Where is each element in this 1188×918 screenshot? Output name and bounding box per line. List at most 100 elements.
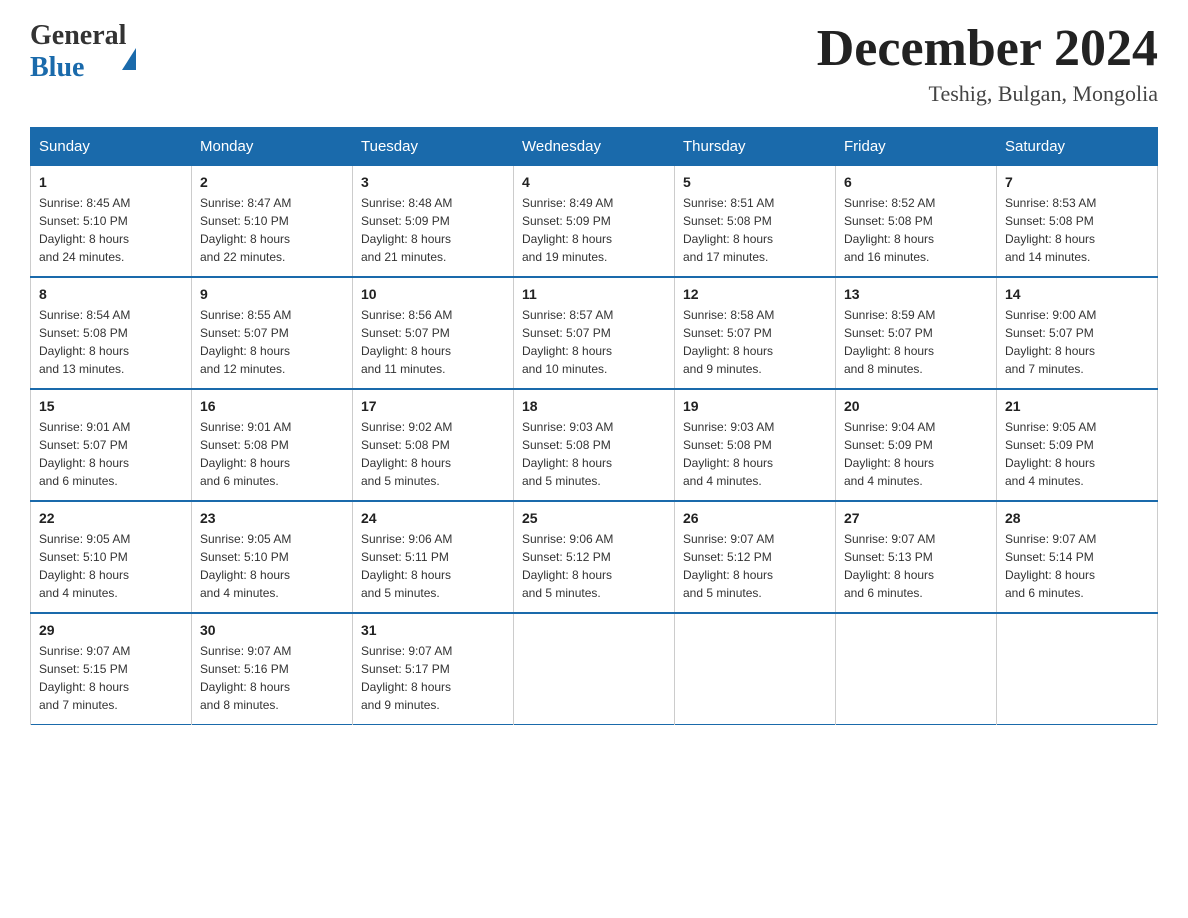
calendar-day-cell: 16 Sunrise: 9:01 AM Sunset: 5:08 PM Dayl… [192, 389, 353, 501]
calendar-day-cell: 23 Sunrise: 9:05 AM Sunset: 5:10 PM Dayl… [192, 501, 353, 613]
calendar-day-cell: 1 Sunrise: 8:45 AM Sunset: 5:10 PM Dayli… [31, 166, 192, 278]
day-info: Sunrise: 8:45 AM Sunset: 5:10 PM Dayligh… [39, 194, 183, 266]
title-block: December 2024 Teshig, Bulgan, Mongolia [817, 20, 1158, 107]
calendar-day-cell: 24 Sunrise: 9:06 AM Sunset: 5:11 PM Dayl… [353, 501, 514, 613]
logo-text: General Blue [30, 20, 136, 84]
day-info: Sunrise: 9:04 AM Sunset: 5:09 PM Dayligh… [844, 418, 988, 490]
day-info: Sunrise: 9:02 AM Sunset: 5:08 PM Dayligh… [361, 418, 505, 490]
day-number: 4 [522, 174, 666, 190]
calendar-day-cell: 28 Sunrise: 9:07 AM Sunset: 5:14 PM Dayl… [997, 501, 1158, 613]
day-info: Sunrise: 9:00 AM Sunset: 5:07 PM Dayligh… [1005, 306, 1149, 378]
calendar-week-row: 29 Sunrise: 9:07 AM Sunset: 5:15 PM Dayl… [31, 613, 1158, 725]
day-number: 15 [39, 398, 183, 414]
day-info: Sunrise: 9:03 AM Sunset: 5:08 PM Dayligh… [522, 418, 666, 490]
day-number: 6 [844, 174, 988, 190]
calendar-day-cell: 26 Sunrise: 9:07 AM Sunset: 5:12 PM Dayl… [675, 501, 836, 613]
calendar-day-cell: 3 Sunrise: 8:48 AM Sunset: 5:09 PM Dayli… [353, 166, 514, 278]
day-info: Sunrise: 9:06 AM Sunset: 5:11 PM Dayligh… [361, 530, 505, 602]
calendar-day-cell: 14 Sunrise: 9:00 AM Sunset: 5:07 PM Dayl… [997, 277, 1158, 389]
day-number: 10 [361, 286, 505, 302]
day-number: 28 [1005, 510, 1149, 526]
calendar-day-cell: 4 Sunrise: 8:49 AM Sunset: 5:09 PM Dayli… [514, 166, 675, 278]
day-number: 7 [1005, 174, 1149, 190]
day-number: 26 [683, 510, 827, 526]
day-info: Sunrise: 8:54 AM Sunset: 5:08 PM Dayligh… [39, 306, 183, 378]
day-info: Sunrise: 9:05 AM Sunset: 5:10 PM Dayligh… [200, 530, 344, 602]
day-info: Sunrise: 8:58 AM Sunset: 5:07 PM Dayligh… [683, 306, 827, 378]
day-info: Sunrise: 8:48 AM Sunset: 5:09 PM Dayligh… [361, 194, 505, 266]
calendar-body: 1 Sunrise: 8:45 AM Sunset: 5:10 PM Dayli… [31, 166, 1158, 725]
calendar-day-cell: 19 Sunrise: 9:03 AM Sunset: 5:08 PM Dayl… [675, 389, 836, 501]
calendar-day-cell: 10 Sunrise: 8:56 AM Sunset: 5:07 PM Dayl… [353, 277, 514, 389]
day-info: Sunrise: 9:05 AM Sunset: 5:10 PM Dayligh… [39, 530, 183, 602]
logo-arrow-icon [122, 31, 136, 70]
calendar-day-cell: 9 Sunrise: 8:55 AM Sunset: 5:07 PM Dayli… [192, 277, 353, 389]
day-number: 23 [200, 510, 344, 526]
calendar-day-cell [836, 613, 997, 725]
calendar-day-cell [997, 613, 1158, 725]
day-info: Sunrise: 9:07 AM Sunset: 5:12 PM Dayligh… [683, 530, 827, 602]
day-number: 3 [361, 174, 505, 190]
day-number: 17 [361, 398, 505, 414]
calendar-day-cell: 11 Sunrise: 8:57 AM Sunset: 5:07 PM Dayl… [514, 277, 675, 389]
weekday-header-tuesday: Tuesday [353, 128, 514, 166]
weekday-header-wednesday: Wednesday [514, 128, 675, 166]
day-info: Sunrise: 8:52 AM Sunset: 5:08 PM Dayligh… [844, 194, 988, 266]
day-number: 27 [844, 510, 988, 526]
day-number: 12 [683, 286, 827, 302]
calendar-day-cell [675, 613, 836, 725]
page-header: General Blue December 2024 Teshig, Bulga… [30, 20, 1158, 107]
day-number: 13 [844, 286, 988, 302]
day-info: Sunrise: 8:53 AM Sunset: 5:08 PM Dayligh… [1005, 194, 1149, 266]
day-number: 19 [683, 398, 827, 414]
calendar-day-cell: 15 Sunrise: 9:01 AM Sunset: 5:07 PM Dayl… [31, 389, 192, 501]
day-info: Sunrise: 8:51 AM Sunset: 5:08 PM Dayligh… [683, 194, 827, 266]
day-info: Sunrise: 8:55 AM Sunset: 5:07 PM Dayligh… [200, 306, 344, 378]
weekday-header-monday: Monday [192, 128, 353, 166]
location-title: Teshig, Bulgan, Mongolia [817, 81, 1158, 107]
calendar-week-row: 1 Sunrise: 8:45 AM Sunset: 5:10 PM Dayli… [31, 166, 1158, 278]
day-number: 29 [39, 622, 183, 638]
calendar-table: SundayMondayTuesdayWednesdayThursdayFrid… [30, 127, 1158, 725]
day-number: 2 [200, 174, 344, 190]
calendar-day-cell: 7 Sunrise: 8:53 AM Sunset: 5:08 PM Dayli… [997, 166, 1158, 278]
logo: General Blue [30, 20, 136, 84]
day-info: Sunrise: 9:07 AM Sunset: 5:16 PM Dayligh… [200, 642, 344, 714]
calendar-week-row: 22 Sunrise: 9:05 AM Sunset: 5:10 PM Dayl… [31, 501, 1158, 613]
logo-general: General [30, 20, 126, 51]
day-number: 18 [522, 398, 666, 414]
calendar-day-cell: 25 Sunrise: 9:06 AM Sunset: 5:12 PM Dayl… [514, 501, 675, 613]
day-number: 11 [522, 286, 666, 302]
calendar-day-cell: 12 Sunrise: 8:58 AM Sunset: 5:07 PM Dayl… [675, 277, 836, 389]
day-info: Sunrise: 9:05 AM Sunset: 5:09 PM Dayligh… [1005, 418, 1149, 490]
day-info: Sunrise: 9:07 AM Sunset: 5:17 PM Dayligh… [361, 642, 505, 714]
day-info: Sunrise: 9:06 AM Sunset: 5:12 PM Dayligh… [522, 530, 666, 602]
day-info: Sunrise: 8:59 AM Sunset: 5:07 PM Dayligh… [844, 306, 988, 378]
day-info: Sunrise: 9:07 AM Sunset: 5:13 PM Dayligh… [844, 530, 988, 602]
calendar-day-cell [514, 613, 675, 725]
calendar-day-cell: 2 Sunrise: 8:47 AM Sunset: 5:10 PM Dayli… [192, 166, 353, 278]
calendar-day-cell: 31 Sunrise: 9:07 AM Sunset: 5:17 PM Dayl… [353, 613, 514, 725]
calendar-week-row: 15 Sunrise: 9:01 AM Sunset: 5:07 PM Dayl… [31, 389, 1158, 501]
day-info: Sunrise: 8:47 AM Sunset: 5:10 PM Dayligh… [200, 194, 344, 266]
calendar-day-cell: 6 Sunrise: 8:52 AM Sunset: 5:08 PM Dayli… [836, 166, 997, 278]
day-number: 8 [39, 286, 183, 302]
calendar-day-cell: 22 Sunrise: 9:05 AM Sunset: 5:10 PM Dayl… [31, 501, 192, 613]
calendar-header: SundayMondayTuesdayWednesdayThursdayFrid… [31, 128, 1158, 166]
weekday-header-friday: Friday [836, 128, 997, 166]
day-number: 16 [200, 398, 344, 414]
day-number: 21 [1005, 398, 1149, 414]
calendar-day-cell: 20 Sunrise: 9:04 AM Sunset: 5:09 PM Dayl… [836, 389, 997, 501]
day-info: Sunrise: 9:07 AM Sunset: 5:14 PM Dayligh… [1005, 530, 1149, 602]
calendar-day-cell: 17 Sunrise: 9:02 AM Sunset: 5:08 PM Dayl… [353, 389, 514, 501]
calendar-day-cell: 29 Sunrise: 9:07 AM Sunset: 5:15 PM Dayl… [31, 613, 192, 725]
calendar-day-cell: 5 Sunrise: 8:51 AM Sunset: 5:08 PM Dayli… [675, 166, 836, 278]
day-number: 25 [522, 510, 666, 526]
day-number: 22 [39, 510, 183, 526]
calendar-day-cell: 18 Sunrise: 9:03 AM Sunset: 5:08 PM Dayl… [514, 389, 675, 501]
day-info: Sunrise: 9:07 AM Sunset: 5:15 PM Dayligh… [39, 642, 183, 714]
day-info: Sunrise: 8:49 AM Sunset: 5:09 PM Dayligh… [522, 194, 666, 266]
weekday-header-thursday: Thursday [675, 128, 836, 166]
day-info: Sunrise: 8:56 AM Sunset: 5:07 PM Dayligh… [361, 306, 505, 378]
calendar-week-row: 8 Sunrise: 8:54 AM Sunset: 5:08 PM Dayli… [31, 277, 1158, 389]
